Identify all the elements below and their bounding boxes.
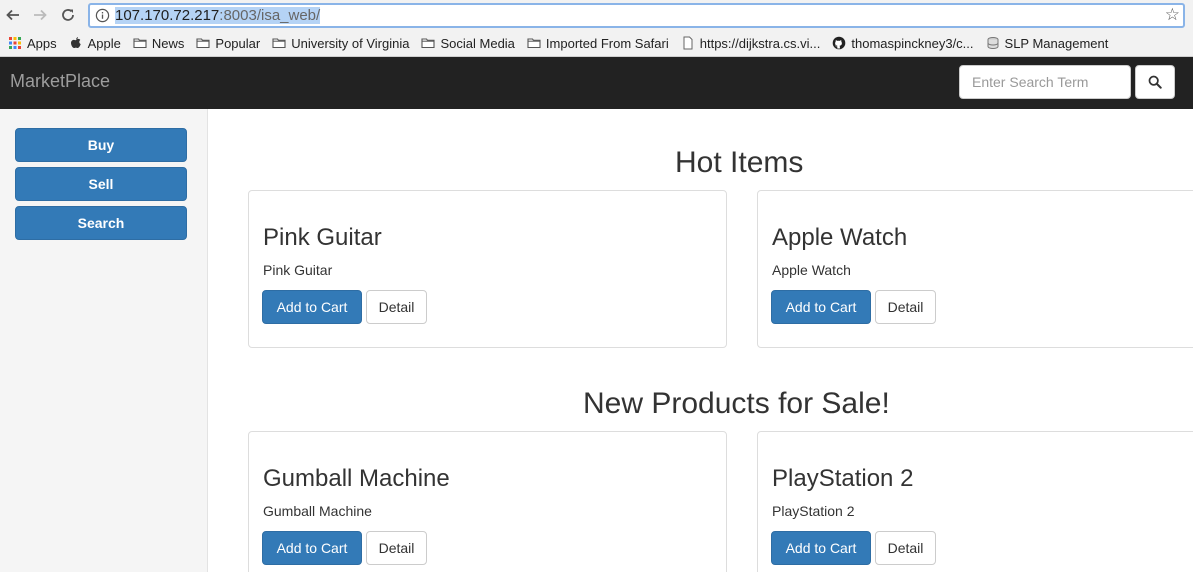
detail-button[interactable]: Detail — [875, 290, 936, 324]
database-icon — [986, 36, 1000, 50]
bookmark-item[interactable]: SLP Management — [986, 35, 1109, 51]
url-path: :8003/isa_web/ — [219, 7, 321, 24]
url-text[interactable]: 107.170.72.217:8003/isa_web/ — [115, 7, 321, 25]
browser-chrome: 107.170.72.217:8003/isa_web/ ☆ Apps Apple… — [0, 0, 1193, 57]
search-icon — [1148, 75, 1162, 89]
sidebar: Buy Sell Search — [0, 109, 208, 572]
bookmark-label: Apple — [87, 35, 121, 51]
folder-icon — [527, 36, 541, 50]
add-to-cart-button[interactable]: Add to Cart — [771, 531, 871, 565]
new-products-heading: New Products for Sale! — [583, 387, 890, 420]
product-card: Gumball Machine Gumball Machine Add to C… — [248, 431, 727, 572]
product-card: Pink Guitar Pink Guitar Add to Cart Deta… — [248, 190, 727, 348]
folder-icon — [272, 36, 286, 50]
url-host: 107.170.72.217 — [115, 7, 220, 24]
product-description: Pink Guitar — [263, 262, 333, 278]
bookmark-label: Imported From Safari — [545, 35, 669, 51]
app-navbar: MarketPlace — [0, 57, 1193, 109]
bookmark-item[interactable]: Apps — [8, 36, 57, 51]
info-icon[interactable] — [95, 8, 110, 23]
back-arrow-icon[interactable] — [3, 5, 23, 25]
folder-icon — [133, 36, 147, 50]
bookmark-item[interactable]: thomaspinckney3/c... — [832, 35, 974, 51]
product-name: Pink Guitar — [263, 224, 382, 251]
bookmark-label: Apps — [27, 35, 57, 51]
sell-button[interactable]: Sell — [15, 167, 187, 201]
product-name: Gumball Machine — [263, 465, 450, 492]
product-card: PlayStation 2 PlayStation 2 Add to Cart … — [757, 431, 1193, 572]
address-bar[interactable]: 107.170.72.217:8003/isa_web/ ☆ — [88, 3, 1185, 28]
bookmark-item[interactable]: Popular — [196, 36, 260, 51]
hot-items-heading: Hot Items — [675, 146, 804, 179]
bookmark-item[interactable]: Imported From Safari — [527, 36, 669, 51]
detail-button[interactable]: Detail — [366, 290, 427, 324]
github-icon — [832, 36, 846, 50]
bookmark-item[interactable]: Apple — [69, 36, 121, 51]
bookmark-label: Popular — [215, 35, 261, 51]
bookmark-label: News — [151, 35, 185, 51]
bookmark-label: SLP Management — [1004, 35, 1109, 51]
product-description: PlayStation 2 — [772, 503, 855, 519]
bookmark-star-icon[interactable]: ☆ — [1165, 6, 1180, 25]
bookmark-item[interactable]: Social Media — [421, 35, 515, 51]
bookmarks-bar: Apps Apple News Popular University of Virgin… — [0, 32, 1120, 54]
add-to-cart-button[interactable]: Add to Cart — [771, 290, 871, 324]
page-icon — [681, 36, 695, 50]
bookmark-label: University of Virginia — [291, 35, 410, 51]
bookmark-label: thomaspinckney3/c... — [851, 35, 974, 51]
search-button[interactable] — [1135, 65, 1175, 99]
search-input[interactable] — [959, 65, 1131, 99]
reload-icon[interactable] — [58, 5, 78, 25]
folder-icon — [196, 36, 210, 50]
buy-button[interactable]: Buy — [15, 128, 187, 162]
product-name: Apple Watch — [772, 224, 908, 251]
brand-logo[interactable]: MarketPlace — [10, 71, 110, 92]
bookmark-item[interactable]: News — [133, 35, 185, 51]
folder-icon — [421, 36, 436, 50]
bookmark-item[interactable]: University of Virginia — [272, 36, 409, 51]
apple-logo-icon — [69, 36, 83, 50]
detail-button[interactable]: Detail — [875, 531, 936, 565]
add-to-cart-button[interactable]: Add to Cart — [262, 531, 362, 565]
product-name: PlayStation 2 — [772, 465, 914, 492]
search-nav-button[interactable]: Search — [15, 206, 187, 240]
bookmark-label: Social Media — [440, 35, 515, 51]
product-card: Apple Watch Apple Watch Add to Cart Deta… — [757, 190, 1193, 348]
forward-arrow-icon[interactable] — [30, 5, 50, 25]
product-description: Gumball Machine — [263, 503, 372, 519]
apps-grid-icon — [8, 36, 22, 50]
product-description: Apple Watch — [772, 262, 851, 278]
bookmark-label: https://dijkstra.cs.vi... — [699, 35, 821, 51]
bookmark-item[interactable]: https://dijkstra.cs.vi... — [681, 35, 821, 51]
detail-button[interactable]: Detail — [366, 531, 427, 565]
add-to-cart-button[interactable]: Add to Cart — [262, 290, 362, 324]
